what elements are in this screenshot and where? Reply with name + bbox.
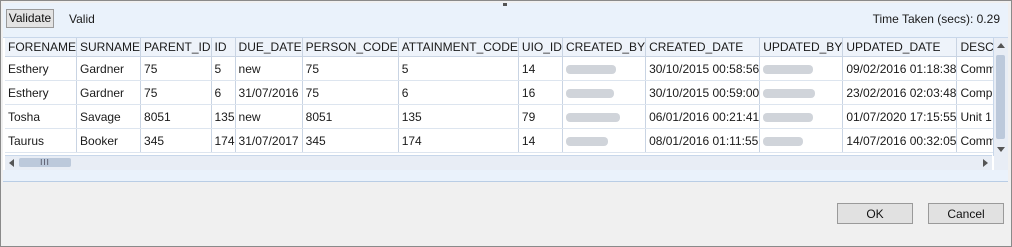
table-cell[interactable]: 79 xyxy=(518,104,563,129)
table-cell[interactable] xyxy=(759,104,844,129)
table-cell[interactable]: Tosha xyxy=(5,104,78,129)
table-cell[interactable]: 345 xyxy=(302,128,399,153)
table-cell[interactable]: 135 xyxy=(211,104,236,129)
column-header[interactable]: UPDATED_BY xyxy=(759,38,844,57)
table-row[interactable]: Esthery Gardner 75 5 new 75 5 14 30/10/2… xyxy=(5,56,1008,81)
column-header[interactable]: ID xyxy=(211,38,236,57)
redacted-value xyxy=(763,136,804,146)
results-table: FORENAME SURNAME PARENT_ID ID DUE_DATE P… xyxy=(5,38,1008,153)
column-header[interactable]: CREATED_DATE xyxy=(645,38,761,57)
scroll-down-icon[interactable] xyxy=(997,147,1005,152)
redacted-value xyxy=(565,64,616,74)
column-header[interactable]: PARENT_ID xyxy=(140,38,212,57)
table-cell[interactable]: 31/07/2017 xyxy=(235,128,303,153)
table-cell[interactable]: 75 xyxy=(140,56,212,81)
table-row[interactable]: Tosha Savage 8051 135 new 8051 135 79 06… xyxy=(5,104,1008,129)
table-cell[interactable]: 14 xyxy=(518,128,563,153)
table-cell[interactable]: 30/10/2015 00:58:56 xyxy=(645,56,761,81)
table-cell[interactable] xyxy=(562,104,647,129)
horizontal-scroll-thumb[interactable]: III xyxy=(19,158,71,167)
redacted-value xyxy=(763,112,814,122)
redacted-value xyxy=(565,88,614,98)
time-taken-label: Time Taken (secs): 0.29 xyxy=(872,12,1000,26)
table-cell[interactable]: 08/01/2016 01:11:55 xyxy=(645,128,761,153)
table-cell[interactable]: new xyxy=(235,56,303,81)
vertical-scrollbar[interactable] xyxy=(993,38,1008,156)
table-cell[interactable]: 06/01/2016 00:21:41 xyxy=(645,104,761,129)
table-cell[interactable]: Gardner xyxy=(76,80,142,105)
table-cell[interactable]: 75 xyxy=(140,80,212,105)
table-cell[interactable]: 23/02/2016 02:03:48 xyxy=(842,80,958,105)
horizontal-scrollbar[interactable]: III xyxy=(5,155,992,170)
table-cell[interactable]: Gardner xyxy=(76,56,142,81)
table-cell[interactable]: 30/10/2015 00:59:00 xyxy=(645,80,761,105)
scroll-up-icon[interactable] xyxy=(997,43,1005,48)
table-cell[interactable]: 14 xyxy=(518,56,563,81)
header-row: FORENAME SURNAME PARENT_ID ID DUE_DATE P… xyxy=(5,38,1008,57)
column-header[interactable]: DUE_DATE xyxy=(235,38,303,57)
table-cell[interactable]: 8051 xyxy=(140,104,212,129)
column-header[interactable]: PERSON_CODE xyxy=(302,38,399,57)
dialog-window: Validate Valid Time Taken (secs): 0.29 F… xyxy=(0,0,1012,247)
table-cell[interactable]: Esthery xyxy=(5,80,78,105)
table-cell[interactable]: Booker xyxy=(76,128,142,153)
table-cell[interactable]: 135 xyxy=(398,104,519,129)
table-cell[interactable] xyxy=(759,56,844,81)
scroll-right-icon[interactable] xyxy=(983,159,988,167)
table-cell[interactable]: new xyxy=(235,104,303,129)
table-cell[interactable]: 16 xyxy=(518,80,563,105)
column-header[interactable]: UPDATED_DATE xyxy=(842,38,958,57)
table-row[interactable]: Esthery Gardner 75 6 31/07/2016 75 6 16 … xyxy=(5,80,1008,105)
table-cell[interactable]: 6 xyxy=(211,80,236,105)
table-cell[interactable]: Savage xyxy=(76,104,142,129)
drag-handle-icon[interactable] xyxy=(503,3,507,6)
column-header[interactable]: CREATED_BY xyxy=(562,38,647,57)
table-cell[interactable]: 8051 xyxy=(302,104,399,129)
table-cell[interactable] xyxy=(759,128,844,153)
column-header[interactable]: ATTAINMENT_CODE xyxy=(398,38,519,57)
redacted-value xyxy=(565,136,608,146)
table-cell[interactable]: Esthery xyxy=(5,56,78,81)
toolbar: Validate Valid Time Taken (secs): 0.29 xyxy=(3,3,1008,35)
table-cell[interactable] xyxy=(759,80,844,105)
ok-button[interactable]: OK xyxy=(837,203,913,224)
table-cell[interactable]: 174 xyxy=(398,128,519,153)
table-cell[interactable]: 174 xyxy=(211,128,236,153)
cancel-button[interactable]: Cancel xyxy=(928,203,1004,224)
table-cell[interactable]: 345 xyxy=(140,128,212,153)
table-cell[interactable]: 5 xyxy=(211,56,236,81)
table-cell[interactable]: 75 xyxy=(302,80,399,105)
table-row[interactable]: Taurus Booker 345 174 31/07/2017 345 174… xyxy=(5,128,1008,153)
redacted-value xyxy=(565,112,620,122)
column-header[interactable]: FORENAME xyxy=(5,38,78,57)
table-cell[interactable]: 14/07/2016 00:32:05 xyxy=(842,128,958,153)
validate-button[interactable]: Validate xyxy=(6,9,54,28)
query-panel: Validate Valid Time Taken (secs): 0.29 F… xyxy=(3,3,1008,182)
redacted-value xyxy=(763,64,814,74)
table-cell[interactable] xyxy=(562,80,647,105)
table-cell[interactable]: Taurus xyxy=(5,128,78,153)
column-header[interactable]: SURNAME xyxy=(76,38,142,57)
vertical-scroll-thumb[interactable] xyxy=(996,55,1005,139)
column-header[interactable]: UIO_ID xyxy=(518,38,563,57)
table-cell[interactable]: 31/07/2016 xyxy=(235,80,303,105)
table-cell[interactable]: 01/07/2020 17:15:55 xyxy=(842,104,958,129)
table-cell[interactable]: 6 xyxy=(398,80,519,105)
results-grid[interactable]: FORENAME SURNAME PARENT_ID ID DUE_DATE P… xyxy=(3,37,1008,170)
table-cell[interactable] xyxy=(562,56,647,81)
table-cell[interactable]: 75 xyxy=(302,56,399,81)
table-cell[interactable]: 09/02/2016 01:18:38 xyxy=(842,56,958,81)
table-cell[interactable]: 5 xyxy=(398,56,519,81)
scroll-left-icon[interactable] xyxy=(9,159,14,167)
table-cell[interactable] xyxy=(562,128,647,153)
validation-status: Valid xyxy=(69,12,95,26)
scrollbar-corner xyxy=(994,155,1008,170)
redacted-value xyxy=(763,88,816,98)
